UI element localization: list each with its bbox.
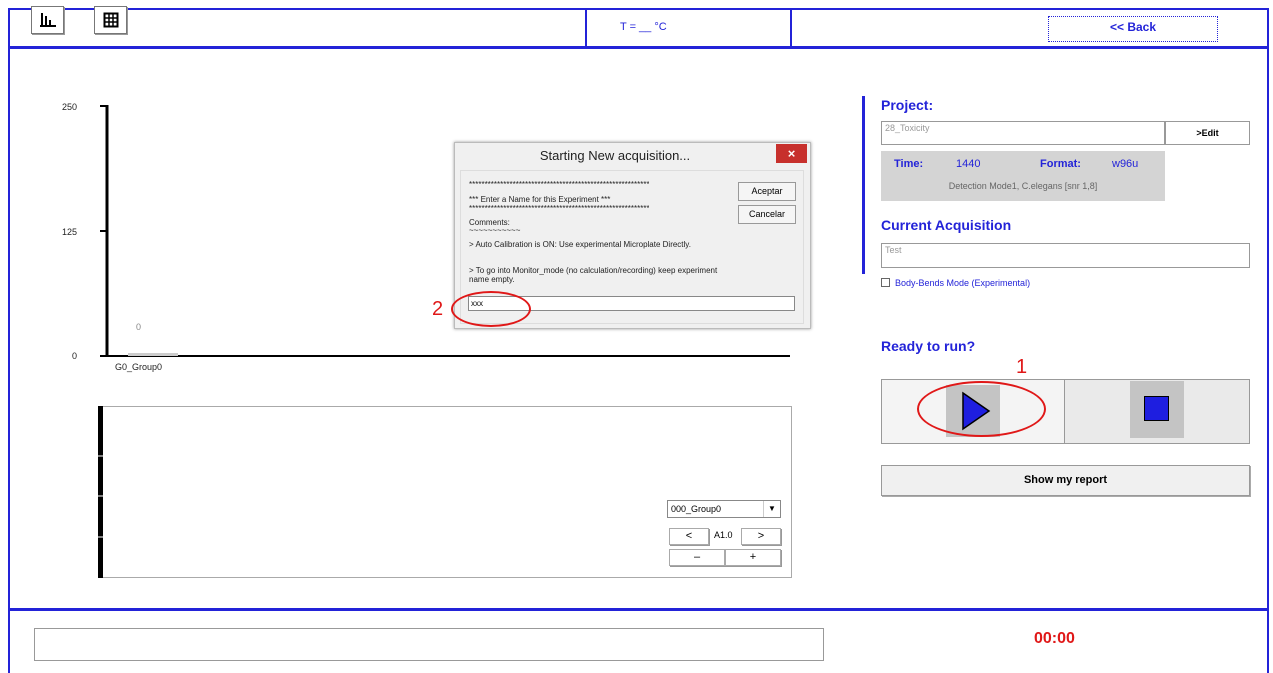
dialog-separator: ****************************************… xyxy=(469,204,649,213)
dialog-note: > Auto Calibration is ON: Use experiment… xyxy=(469,240,691,249)
prev-well-button[interactable]: < xyxy=(669,528,709,545)
cancel-button[interactable]: Cancelar xyxy=(738,205,796,224)
edit-project-button[interactable]: >Edit xyxy=(1165,121,1250,145)
dialog-title: Starting New acquisition... xyxy=(539,148,691,163)
detection-mode-text: Detection Mode1, C.elegans [snr 1,8] xyxy=(948,181,1098,191)
annotation-ellipse xyxy=(917,381,1046,437)
y-tick-label: 250 xyxy=(62,102,78,112)
temperature-readout: T = __ °C xyxy=(620,21,667,33)
ready-heading: Ready to run? xyxy=(881,338,976,354)
close-button[interactable]: × xyxy=(776,144,807,163)
decrease-button[interactable]: – xyxy=(669,549,725,566)
format-label: Format: xyxy=(1040,158,1081,170)
dialog-note: > To go into Monitor_mode (no calculatio… xyxy=(469,266,718,284)
dialog-separator: ****************************************… xyxy=(469,180,649,189)
toolbar-divider xyxy=(790,8,792,46)
increase-button[interactable]: + xyxy=(725,549,781,566)
status-message-field xyxy=(34,628,824,661)
annotation-number: 1 xyxy=(1016,356,1028,378)
format-value: w96u xyxy=(1112,158,1139,170)
acquisition-heading: Current Acquisition xyxy=(881,217,1012,233)
grid-icon xyxy=(103,12,118,28)
bar-chart-view-button[interactable] xyxy=(31,6,64,34)
section-rule xyxy=(862,96,865,274)
body-bends-checkbox[interactable] xyxy=(881,278,890,287)
chart-bar xyxy=(128,353,178,356)
project-field[interactable]: 28_Toxicity xyxy=(881,121,1165,145)
x-category-label: G0_Group0 xyxy=(115,362,163,372)
grid-view-button[interactable] xyxy=(94,6,127,34)
stop-icon xyxy=(1144,396,1169,421)
dialog-tilde-line: ~~~~~~~~~~~ xyxy=(469,226,521,235)
well-plot-axis xyxy=(98,406,103,578)
project-heading: Project: xyxy=(881,97,934,113)
bar-value-label: 0 xyxy=(136,322,142,332)
back-button[interactable]: << Back xyxy=(1048,16,1218,42)
accept-button[interactable]: Aceptar xyxy=(738,182,796,201)
toolbar-divider xyxy=(585,8,587,46)
chevron-down-icon: ▼ xyxy=(763,501,780,517)
body-bends-label: Body-Bends Mode (Experimental) xyxy=(895,278,1031,288)
annotation-ellipse xyxy=(451,291,531,327)
next-well-button[interactable]: > xyxy=(741,528,781,545)
group-select-value: 000_Group0 xyxy=(671,504,722,514)
bar-chart-icon xyxy=(39,13,56,27)
time-label: Time: xyxy=(894,158,924,170)
well-label: A1.0 xyxy=(714,530,733,540)
annotation-number: 2 xyxy=(432,298,444,320)
timer-readout: 00:00 xyxy=(1034,630,1075,647)
y-tick-label: 0 xyxy=(72,351,78,361)
dialog-prompt: *** Enter a Name for this Experiment *** xyxy=(469,195,611,204)
group-select[interactable]: 000_Group0 ▼ xyxy=(667,500,781,518)
show-report-button[interactable]: Show my report xyxy=(881,465,1250,496)
y-tick-label: 125 xyxy=(62,227,78,237)
acquisition-name-field[interactable]: Test xyxy=(881,243,1250,268)
time-value: 1440 xyxy=(956,158,981,170)
